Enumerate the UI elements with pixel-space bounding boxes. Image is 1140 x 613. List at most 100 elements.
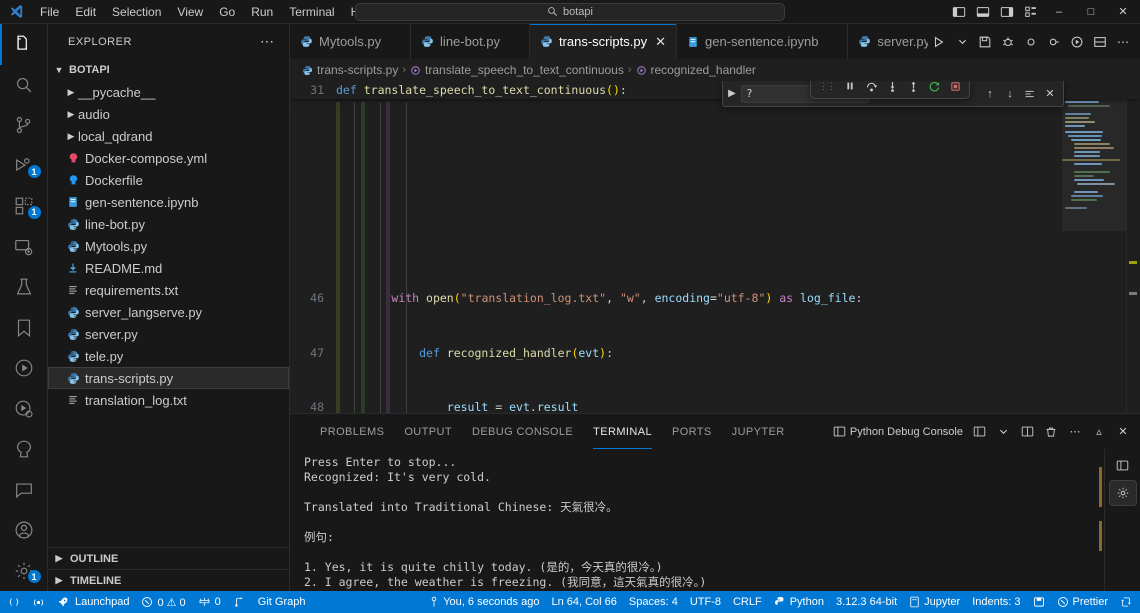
command-center-search[interactable]: botapi: [355, 3, 785, 21]
tree-item-docker-compose-yml[interactable]: Docker-compose.yml: [48, 147, 289, 169]
toggle-primary-sidebar-icon[interactable]: [948, 2, 970, 22]
status-eol[interactable]: CRLF: [727, 591, 768, 613]
activity-settings[interactable]: 1: [0, 551, 48, 592]
activity-chat[interactable]: [0, 470, 48, 511]
close-panel-icon[interactable]: ✕: [1112, 421, 1134, 443]
tree-item-dockerfile[interactable]: Dockerfile: [48, 169, 289, 191]
code-line[interactable]: 47 def recognized_handler(evt):: [290, 347, 1062, 361]
activity-run-and-debug[interactable]: 1: [0, 146, 48, 187]
more-actions-icon[interactable]: ⋯: [1112, 31, 1134, 53]
minimap[interactable]: [1062, 81, 1126, 413]
menu-view[interactable]: View: [169, 3, 211, 21]
preview-icon[interactable]: [1043, 31, 1065, 53]
tree-item-requirements-txt[interactable]: requirements.txt: [48, 279, 289, 301]
breadcrumb-symbol-handler[interactable]: recognized_handler: [636, 63, 756, 77]
close-find-icon[interactable]: ✕: [1041, 85, 1059, 103]
code-editor[interactable]: 46 with open("translation_log.txt", "w",…: [290, 81, 1062, 413]
tree-item-gen-sentence-ipynb[interactable]: gen-sentence.ipynb: [48, 191, 289, 213]
tree-item-server-py[interactable]: server.py: [48, 323, 289, 345]
explorer-root-row[interactable]: ▼ BOTAPI: [48, 59, 289, 81]
tree-item-trans-scripts-py[interactable]: trans-scripts.py: [48, 367, 289, 389]
menu-terminal[interactable]: Terminal: [281, 3, 342, 21]
tree-item-mytools-py[interactable]: Mytools.py: [48, 235, 289, 257]
code-scroll-container[interactable]: 46 with open("translation_log.txt", "w",…: [290, 81, 1062, 413]
status-language-mode[interactable]: Python: [768, 591, 830, 613]
ellipsis-icon[interactable]: ⋯: [260, 33, 281, 50]
status-launchpad[interactable]: Launchpad: [51, 591, 135, 613]
debug-step-into-button[interactable]: [882, 81, 902, 96]
activity-search[interactable]: [0, 65, 48, 106]
tree-item-audio[interactable]: ▶ audio: [48, 103, 289, 125]
section-outline[interactable]: ▶ OUTLINE: [48, 547, 289, 569]
breadcrumb-symbol-function[interactable]: translate_speech_to_text_continuous: [410, 63, 624, 77]
terminal-tab-settings[interactable]: [1110, 481, 1136, 505]
tab-line-bot-py[interactable]: line-bot.py ✕: [411, 24, 530, 59]
tab-debug-console[interactable]: DEBUG CONSOLE: [462, 414, 583, 449]
tree-item-translation-log-txt[interactable]: translation_log.txt: [48, 389, 289, 411]
find-in-selection-icon[interactable]: [1021, 85, 1039, 103]
terminal-output[interactable]: Press Enter to stop... Recognized: It's …: [290, 449, 1088, 591]
window-close-button[interactable]: ✕: [1108, 0, 1138, 24]
tab-server-py[interactable]: server.py ✕: [848, 24, 928, 59]
tab-jupyter[interactable]: JUPYTER: [722, 414, 795, 449]
tab-terminal[interactable]: TERMINAL: [583, 414, 662, 449]
debug-step-over-button[interactable]: [861, 81, 881, 96]
activity-jupyter[interactable]: [0, 389, 48, 430]
activity-testing[interactable]: [0, 267, 48, 308]
open-changes-icon[interactable]: [1020, 31, 1042, 53]
code-line[interactable]: 46 with open("translation_log.txt", "w",…: [290, 292, 1062, 306]
menu-run[interactable]: Run: [243, 3, 281, 21]
status-git-graph-icon[interactable]: [227, 591, 252, 613]
hide-panel-icon[interactable]: ▵: [1088, 421, 1110, 443]
activity-remote-explorer[interactable]: [0, 227, 48, 268]
previous-match-icon[interactable]: ↑: [981, 85, 999, 103]
status-git-graph[interactable]: Git Graph: [252, 591, 312, 613]
terminal-tab-python-debug[interactable]: [1110, 453, 1136, 477]
tree-item-tele-py[interactable]: tele.py: [48, 345, 289, 367]
save-icon[interactable]: [974, 31, 996, 53]
status-indents[interactable]: Indents: 3: [966, 591, 1026, 613]
window-maximize-button[interactable]: □: [1076, 0, 1106, 24]
code-line[interactable]: 48 result = evt.result: [290, 401, 1062, 413]
status-interpreter[interactable]: 3.12.3 64-bit: [830, 591, 903, 613]
chevron-down-icon[interactable]: [951, 31, 973, 53]
status-indentation[interactable]: Spaces: 4: [623, 591, 684, 613]
status-ports[interactable]: 0: [192, 591, 227, 613]
activity-explorer[interactable]: [0, 24, 48, 65]
split-editor-icon[interactable]: [1089, 31, 1111, 53]
tree-item-local-qdrand[interactable]: ▶ local_qdrand: [48, 125, 289, 147]
status-port-forward[interactable]: [26, 591, 51, 613]
menu-file[interactable]: File: [32, 3, 67, 21]
tree-item-line-bot-py[interactable]: line-bot.py: [48, 213, 289, 235]
status-prettier[interactable]: Prettier: [1051, 591, 1114, 613]
toggle-panel-icon[interactable]: [972, 2, 994, 22]
status-notifications[interactable]: [1114, 591, 1138, 613]
debug-step-out-button[interactable]: [903, 81, 923, 96]
tab-trans-scripts-py[interactable]: trans-scripts.py ✕: [530, 24, 677, 59]
tab-mytools-py[interactable]: Mytools.py ✕: [290, 24, 411, 59]
breadcrumb-file[interactable]: trans-scripts.py: [302, 63, 398, 77]
status-remote-indicator[interactable]: [2, 591, 26, 613]
menu-go[interactable]: Go: [211, 3, 243, 21]
tab-ports[interactable]: PORTS: [662, 414, 722, 449]
debug-stop-button[interactable]: [945, 81, 965, 96]
tree-item-readme-md[interactable]: README.md: [48, 257, 289, 279]
menu-edit[interactable]: Edit: [67, 3, 104, 21]
drag-handle-icon[interactable]: ⋮⋮: [815, 81, 839, 92]
status-save-indicator[interactable]: [1027, 591, 1051, 613]
toggle-secondary-sidebar-icon[interactable]: [996, 2, 1018, 22]
customize-layout-icon[interactable]: [1020, 2, 1042, 22]
tab-gen-sentence-ipynb[interactable]: gen-sentence.ipynb ✕: [677, 24, 848, 59]
next-match-icon[interactable]: ↓: [1001, 85, 1019, 103]
status-cursor-position[interactable]: Ln 64, Col 66: [545, 591, 622, 613]
run-cell-icon[interactable]: [1066, 31, 1088, 53]
close-icon[interactable]: ✕: [655, 34, 666, 50]
launch-profile-icon[interactable]: [968, 421, 990, 443]
terminal-name-selector[interactable]: Python Debug Console: [830, 421, 966, 443]
run-python-file-icon[interactable]: [928, 31, 950, 53]
activity-code-runner[interactable]: [0, 348, 48, 389]
chevron-down-icon[interactable]: [992, 421, 1014, 443]
status-jupyter-server[interactable]: Jupyter: [903, 591, 966, 613]
activity-source-control[interactable]: [0, 105, 48, 146]
activity-bookmarks[interactable]: [0, 308, 48, 349]
